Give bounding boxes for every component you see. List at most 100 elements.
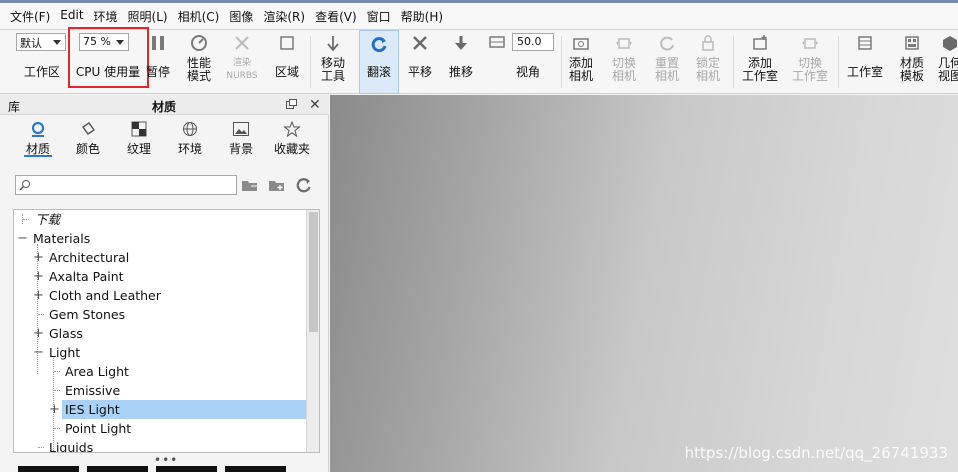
pan-label: 平移 (407, 65, 432, 79)
reset-camera-label: 重置 相机 (654, 56, 679, 83)
tab-backgrounds[interactable]: 背景 (219, 119, 263, 157)
menu-camera[interactable]: 相机(C) (178, 8, 226, 25)
scrollbar-thumb[interactable] (309, 212, 318, 332)
performance-icon (191, 35, 207, 51)
render-nurbs-button[interactable]: 渲染 NURBS (222, 30, 262, 94)
region-icon (280, 36, 294, 50)
add-folder-icon[interactable] (268, 177, 286, 193)
tree-item-area-light[interactable]: Area Light (14, 362, 307, 381)
tab-colors[interactable]: 颜色 (66, 119, 110, 157)
tab-textures-label: 纹理 (126, 142, 151, 156)
tree-item-materials[interactable]: − Materials (14, 229, 307, 248)
tree-item-gem-stones[interactable]: Gem Stones (14, 305, 307, 324)
float-panel-icon[interactable] (286, 99, 297, 109)
pan-button[interactable]: 平移 (401, 30, 439, 94)
menu-help[interactable]: 帮助(H) (401, 8, 449, 25)
expand-icon[interactable]: + (33, 267, 44, 286)
view-angle-label: 视角 (515, 65, 540, 79)
add-camera-label: 添加 相机 (568, 56, 593, 83)
region-button[interactable]: 区域 (268, 30, 306, 94)
expand-icon[interactable]: + (33, 248, 44, 267)
menu-image[interactable]: 图像 (229, 8, 259, 25)
tumble-button[interactable]: 翻滚 (359, 30, 399, 94)
view-angle-button[interactable]: 视角 (500, 30, 556, 94)
studio-button[interactable]: 工作室 (842, 30, 888, 94)
tree-item-downloads[interactable]: 下载 (14, 210, 307, 229)
lock-camera-icon (702, 35, 714, 51)
move-tool-button[interactable]: 移动 工具 (314, 30, 352, 94)
menu-window[interactable]: 窗口 (367, 8, 397, 25)
menu-environment[interactable]: 环境 (94, 8, 124, 25)
menu-lighting[interactable]: 照明(L) (128, 8, 174, 25)
pause-label: 暂停 (145, 65, 170, 79)
collapse-icon[interactable]: − (17, 229, 28, 248)
tab-materials[interactable]: 材质 (16, 119, 60, 157)
menu-edit[interactable]: Edit (60, 8, 89, 25)
panel-title: 材质 (152, 100, 177, 114)
tree-scrollbar[interactable] (306, 210, 319, 452)
add-studio-button[interactable]: 添加 工作室 (737, 30, 783, 94)
switch-studio-label: 切换 工作室 (791, 56, 828, 83)
expand-icon[interactable]: + (33, 286, 44, 305)
tree-item-ies-light[interactable]: IES Light (62, 400, 307, 419)
search-box (15, 175, 237, 195)
tree-item-light[interactable]: − Light (14, 343, 307, 362)
tree-item-axalta-paint[interactable]: + Axalta Paint (14, 267, 307, 286)
switch-camera-button[interactable]: 切换 相机 (603, 30, 645, 94)
tree-item-architectural[interactable]: + Architectural (14, 248, 307, 267)
menu-file[interactable]: 文件(F) (10, 8, 56, 25)
pause-icon (152, 36, 164, 50)
materials-icon (31, 121, 45, 137)
tab-favorites-label: 收藏夹 (273, 142, 310, 156)
performance-mode-button[interactable]: 性能 模式 (180, 30, 218, 94)
close-icon[interactable]: ✕ (309, 97, 321, 113)
workspace-button[interactable]: 工作区 (16, 30, 68, 94)
tab-backgrounds-label: 背景 (228, 142, 253, 156)
geometry-view-button[interactable]: 几何 视图 (935, 30, 958, 94)
refresh-icon[interactable] (295, 177, 313, 193)
tab-colors-label: 颜色 (75, 142, 100, 156)
tree-item-emissive[interactable]: Emissive (14, 381, 307, 400)
tree-item-liquids[interactable]: Liquids (14, 438, 307, 452)
tab-environments-label: 环境 (177, 142, 202, 156)
reset-camera-button[interactable]: 重置 相机 (648, 30, 686, 94)
material-thumbnail[interactable] (87, 466, 148, 472)
tree-item-glass[interactable]: + Glass (14, 324, 307, 343)
tab-environments[interactable]: 环境 (168, 119, 212, 157)
tree-item-point-light[interactable]: Point Light (14, 419, 307, 438)
highlight-box (68, 27, 149, 88)
expand-icon[interactable]: + (49, 400, 60, 419)
star-icon (283, 121, 301, 137)
tab-favorites[interactable]: 收藏夹 (270, 119, 314, 157)
resize-handle[interactable]: ••• (154, 453, 178, 467)
material-thumbnail[interactable] (18, 466, 79, 472)
menu-render[interactable]: 渲染(R) (263, 8, 311, 25)
tumble-label: 翻滚 (366, 65, 391, 79)
material-thumbnail[interactable] (156, 466, 217, 472)
dolly-button[interactable]: 推移 (442, 30, 480, 94)
add-camera-icon (573, 38, 589, 50)
material-template-button[interactable]: 材质 模板 (894, 30, 930, 94)
switch-studio-icon (802, 38, 818, 49)
switch-camera-label: 切换 相机 (611, 56, 636, 83)
workspace-label: 工作区 (23, 65, 60, 79)
toolbar-separator (561, 36, 562, 88)
lock-camera-button[interactable]: 锁定 相机 (689, 30, 727, 94)
dolly-label: 推移 (448, 65, 473, 79)
collapse-icon[interactable]: − (33, 343, 44, 362)
toolbar: 默认 工作区 75 % CPU 使用量 暂停 性能 模式 渲染 NURBS 区域… (0, 27, 958, 94)
switch-studio-button[interactable]: 切换 工作室 (786, 30, 834, 94)
add-camera-button[interactable]: 添加 相机 (563, 30, 599, 94)
pause-button[interactable]: 暂停 (145, 30, 171, 94)
tree-item-cloth-and-leather[interactable]: + Cloth and Leather (14, 286, 307, 305)
material-template-icon (905, 36, 919, 50)
material-thumbnail[interactable] (225, 466, 286, 472)
toolbar-separator (733, 36, 734, 88)
reset-camera-icon (660, 36, 674, 51)
menu-view[interactable]: 查看(V) (315, 8, 363, 25)
tab-textures[interactable]: 纹理 (117, 119, 161, 157)
open-folder-icon[interactable] (241, 177, 259, 193)
search-input[interactable] (34, 177, 234, 193)
render-viewport[interactable]: https://blog.csdn.net/qq_26741933 (330, 95, 958, 472)
expand-icon[interactable]: + (33, 324, 44, 343)
